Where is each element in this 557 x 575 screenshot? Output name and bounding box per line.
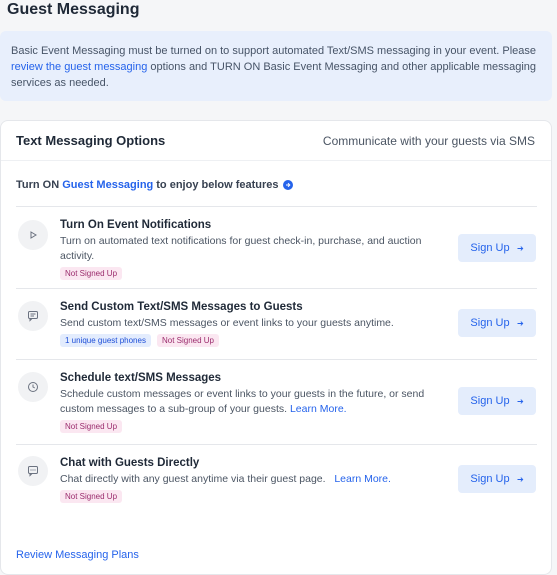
badge-group: Not Signed Up (60, 267, 450, 280)
option-body: Chat with Guests Directly Chat directly … (60, 456, 450, 503)
sign-up-label: Sign Up (470, 317, 510, 329)
option-custom-sms: Send Custom Text/SMS Messages to Guests … (16, 288, 537, 359)
option-description: Chat directly with any guest anytime via… (60, 472, 450, 487)
option-description: Send custom text/SMS messages or event l… (60, 316, 450, 331)
sign-up-label: Sign Up (470, 395, 510, 407)
option-title: Turn On Event Notifications (60, 219, 212, 231)
sign-up-label: Sign Up (470, 473, 510, 485)
sign-up-button[interactable]: Sign Up (458, 465, 536, 493)
learn-more-link[interactable]: Learn More. (290, 403, 347, 415)
arrow-right-icon (517, 320, 523, 326)
sign-up-label: Sign Up (470, 242, 510, 254)
arrow-right-icon (517, 245, 523, 251)
option-body: Send Custom Text/SMS Messages to Guests … (60, 300, 450, 347)
option-chat-guests: Chat with Guests Directly Chat directly … (16, 444, 537, 526)
arrow-right-icon (517, 398, 523, 404)
review-guest-messaging-link[interactable]: review the guest messaging (11, 61, 147, 73)
option-description: Turn on automated text notifications for… (60, 234, 450, 264)
notice-banner: Basic Event Messaging must be turned on … (0, 31, 552, 101)
badge-group: Not Signed Up (60, 420, 450, 433)
chat-icon (18, 456, 48, 486)
card-header: Text Messaging Options Communicate with … (1, 121, 551, 161)
status-badge: Not Signed Up (60, 490, 123, 503)
turn-on-suffix: to enjoy below features (156, 179, 279, 191)
status-badge: Not Signed Up (60, 267, 123, 280)
arrow-right-circle-icon[interactable] (282, 180, 293, 190)
message-icon (18, 301, 48, 331)
option-title: Send Custom Text/SMS Messages to Guests (60, 301, 303, 313)
option-title: Chat with Guests Directly (60, 457, 200, 469)
notice-text-before: Basic Event Messaging must be turned on … (11, 45, 537, 57)
option-schedule-sms: Schedule text/SMS Messages Schedule cust… (16, 359, 537, 444)
turn-on-prompt: Turn ON Guest Messaging to enjoy below f… (16, 179, 293, 191)
option-description: Schedule custom messages or event links … (60, 387, 450, 417)
option-body: Turn On Event Notifications Turn on auto… (60, 218, 450, 280)
play-icon (18, 220, 48, 250)
clock-icon (18, 372, 48, 402)
badge-group: Not Signed Up (60, 490, 450, 503)
option-title: Schedule text/SMS Messages (60, 372, 222, 384)
option-event-notifications: Turn On Event Notifications Turn on auto… (16, 206, 537, 288)
review-messaging-plans-link[interactable]: Review Messaging Plans (16, 549, 139, 561)
sign-up-button[interactable]: Sign Up (458, 309, 536, 337)
guest-messaging-link[interactable]: Guest Messaging (62, 179, 153, 191)
option-description-text: Chat directly with any guest anytime via… (60, 473, 326, 485)
sign-up-button[interactable]: Sign Up (458, 387, 536, 415)
status-badge: Not Signed Up (60, 420, 123, 433)
badge-group: 1 unique guest phones Not Signed Up (60, 334, 450, 347)
text-messaging-card: Text Messaging Options Communicate with … (0, 120, 552, 575)
option-description-text: Turn on automated text notifications for… (60, 235, 422, 262)
guest-phones-badge: 1 unique guest phones (60, 334, 151, 347)
options-list: Turn On Event Notifications Turn on auto… (16, 206, 537, 526)
page-title: Guest Messaging (7, 1, 140, 18)
card-title: Text Messaging Options (16, 133, 166, 148)
card-subtitle: Communicate with your guests via SMS (322, 133, 535, 148)
learn-more-link[interactable]: Learn More. (334, 473, 391, 485)
option-description-text: Send custom text/SMS messages or event l… (60, 317, 394, 329)
option-body: Schedule text/SMS Messages Schedule cust… (60, 371, 450, 433)
status-badge: Not Signed Up (156, 334, 219, 347)
sign-up-button[interactable]: Sign Up (458, 234, 536, 262)
turn-on-prefix: Turn ON (16, 179, 60, 191)
option-description-text: Schedule custom messages or event links … (60, 388, 425, 415)
arrow-right-icon (517, 476, 523, 482)
